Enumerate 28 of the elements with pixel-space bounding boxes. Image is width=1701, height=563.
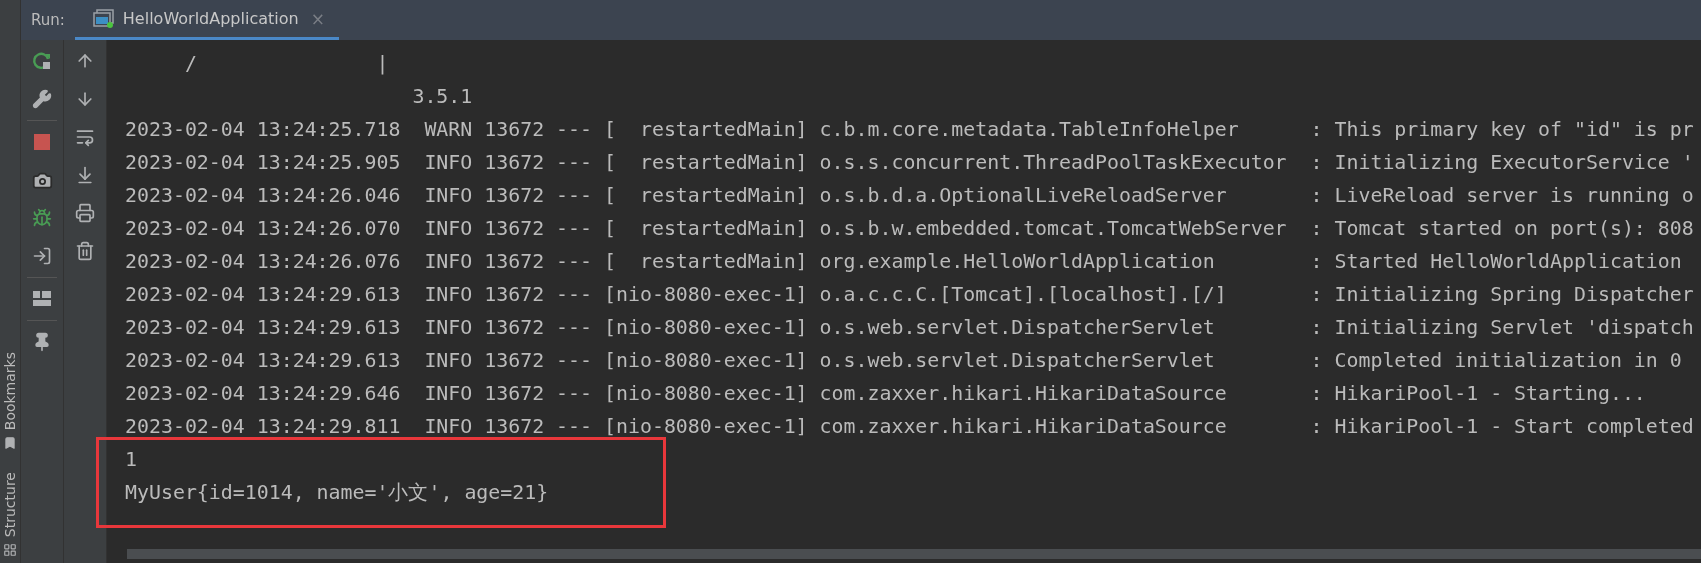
horizontal-scrollbar[interactable] [127, 549, 1701, 559]
log-line: / | [183, 51, 390, 77]
log-line: 2023-02-04 13:24:26.076 INFO 13672 --- [ restartedMain] org.example.HelloWorldApplication : Started HelloWorldApplication [124, 249, 1683, 275]
wrench-icon[interactable] [31, 88, 53, 110]
structure-icon [3, 543, 17, 557]
bookmark-icon [3, 435, 17, 450]
sidebar-tab[interactable]: Structure [2, 471, 18, 537]
trash-icon[interactable] [74, 240, 96, 262]
log-line: 2023-02-04 13:24:29.613 INFO 13672 --- [nio-8080-exec-1] o.s.web.servlet.DispatcherServlet : Completed initialization in 0 [124, 348, 1683, 374]
print-icon[interactable] [74, 202, 96, 224]
log-line: 2023-02-04 13:24:29.646 INFO 13672 --- [nio-8080-exec-1] com.zaxxer.hikari.HikariDataSource : HikariPool-1 - Starting... [124, 381, 1647, 407]
log-line: 2023-02-04 13:24:26.046 INFO 13672 --- [ restartedMain] o.s.b.d.a.OptionalLiveReloadServer : LiveReload server is running o [124, 183, 1695, 209]
sidebar-tab[interactable]: Bookmarks [2, 351, 18, 430]
output-line: MyUser{id=1014, name='小文', age=21} [124, 480, 550, 506]
output-line: 1 [124, 447, 138, 473]
log-line: 2023-02-04 13:24:29.613 INFO 13672 --- [nio-8080-exec-1] o.a.c.c.C.[Tomcat].[localhost].[/] : Initializing Spring Dispatcher [124, 282, 1695, 308]
log-line: 2023-02-04 13:24:25.905 INFO 13672 --- [ restartedMain] o.s.s.concurrent.ThreadPoolTaskExecutor : Initializing ExecutorService ' [124, 150, 1695, 176]
exit-icon[interactable] [31, 245, 53, 267]
log-line: 2023-02-04 13:24:29.613 INFO 13672 --- [nio-8080-exec-1] o.s.web.servlet.DispatcherServlet : Initializing Servlet 'dispatch [124, 315, 1695, 341]
log-line: 2023-02-04 13:24:25.718 WARN 13672 --- [ restartedMain] c.b.m.core.metadata.TableInfoHelper : This primary key of "id" is pr [124, 117, 1695, 143]
run-label: Run: [31, 11, 65, 29]
stop-icon[interactable] [31, 131, 53, 153]
bug-icon[interactable] [31, 207, 53, 229]
log-line: 3.5.1 [411, 84, 474, 110]
log-line: 2023-02-04 13:24:26.070 INFO 13672 --- [ restartedMain] o.s.b.w.embedded.tomcat.TomcatWebServer : Tomcat started on port(s): 808 [124, 216, 1695, 242]
log-line: 2023-02-04 13:24:29.811 INFO 13672 --- [nio-8080-exec-1] com.zaxxer.hikari.HikariDataSource : HikariPool-1 - Start completed [124, 414, 1695, 440]
application-icon [92, 8, 115, 29]
rerun-icon[interactable] [31, 50, 53, 72]
